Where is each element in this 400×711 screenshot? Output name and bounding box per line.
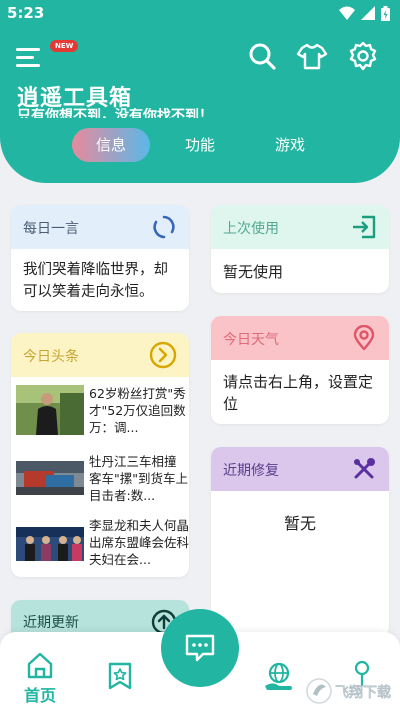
card-header: 每日一言 <box>11 205 189 249</box>
news-title: 牡丹江三车相撞 客车"摞"到货车上 目击者:数... <box>89 454 188 503</box>
card-header: 今日天气 <box>211 316 389 360</box>
location-pin-icon[interactable] <box>351 324 377 351</box>
card-header: 上次使用 <box>211 205 389 249</box>
news-item[interactable]: 62岁粉丝打赏"秀才"52万仅追回数万：调... <box>16 385 188 439</box>
home-icon[interactable] <box>26 651 54 683</box>
tab-games[interactable]: 游戏 <box>260 128 320 162</box>
new-badge: NEW <box>50 40 79 52</box>
tshirt-icon[interactable] <box>296 40 328 72</box>
card-title: 每日一言 <box>23 221 79 237</box>
card-title: 近期修复 <box>223 463 279 479</box>
news-item[interactable]: 牡丹江三车相撞 客车"摞"到货车上 目击者:数... <box>16 453 188 507</box>
quote-text: 我们哭着降临世界，却可以笑着走向永恒。 <box>23 262 168 300</box>
headlines-card[interactable]: 今日头条 62岁粉丝打赏"秀才"52万仅追回数万：调... 牡丹江三车相撞 客车… <box>11 333 189 577</box>
card-title: 近期更新 <box>23 615 79 631</box>
chat-bubble-icon <box>185 634 215 662</box>
bookmark-star-icon[interactable] <box>107 662 133 694</box>
menu-icon[interactable] <box>16 46 46 70</box>
app-subtitle: 只有你想不到，没有你找不到！ <box>17 108 213 118</box>
category-tabs: 信息 功能 游戏 <box>72 128 342 162</box>
tab-info[interactable]: 信息 <box>72 128 150 162</box>
news-thumbnail <box>16 461 84 495</box>
news-thumbnail <box>16 385 84 435</box>
last-used-card[interactable]: 上次使用 暂无使用 <box>211 205 389 293</box>
svg-text:飞翔下载: 飞翔下载 <box>335 685 391 701</box>
news-item[interactable]: 李显龙和夫人何晶出席东盟峰会佐科夫妇在会... <box>16 517 189 571</box>
weather-card[interactable]: 今日天气 请点击右上角，设置定位 <box>211 316 389 424</box>
refresh-icon[interactable] <box>151 214 177 240</box>
status-bar: 5:23 <box>0 0 400 28</box>
enter-icon[interactable] <box>351 214 377 240</box>
globe-hand-icon[interactable] <box>263 662 295 696</box>
recent-fix-text: 暂无 <box>283 514 316 533</box>
news-title: 62岁粉丝打赏"秀才"52万仅追回数万：调... <box>89 386 186 435</box>
wifi-icon <box>339 6 355 20</box>
recent-fix-card[interactable]: 近期修复 暂无 <box>211 447 389 637</box>
tools-wrench-icon[interactable] <box>351 456 377 482</box>
nav-label-home[interactable]: 首页 <box>24 682 56 706</box>
search-icon[interactable] <box>246 40 278 72</box>
card-title: 今日头条 <box>23 349 79 365</box>
arrow-right-circle-icon[interactable] <box>149 341 177 369</box>
signal-icon <box>361 6 375 20</box>
weather-text: 请点击右上角，设置定位 <box>223 373 374 413</box>
last-used-text: 暂无使用 <box>223 263 284 281</box>
battery-icon <box>381 6 390 21</box>
news-title: 李显龙和夫人何晶出席东盟峰会佐科夫妇在会... <box>89 518 189 567</box>
news-thumbnail <box>16 527 84 561</box>
settings-gear-icon[interactable] <box>347 40 379 72</box>
daily-quote-card[interactable]: 每日一言 我们哭着降临世界，却可以笑着走向永恒。 <box>11 205 189 311</box>
card-header: 今日头条 <box>11 333 189 377</box>
card-title: 今日天气 <box>223 332 279 348</box>
card-header: 近期修复 <box>211 447 389 491</box>
card-title: 上次使用 <box>223 221 279 237</box>
tab-functions[interactable]: 功能 <box>170 128 230 162</box>
watermark-logo: 飞翔下载 <box>305 676 395 706</box>
status-time: 5:23 <box>7 4 45 22</box>
chat-fab-button[interactable] <box>161 609 239 687</box>
